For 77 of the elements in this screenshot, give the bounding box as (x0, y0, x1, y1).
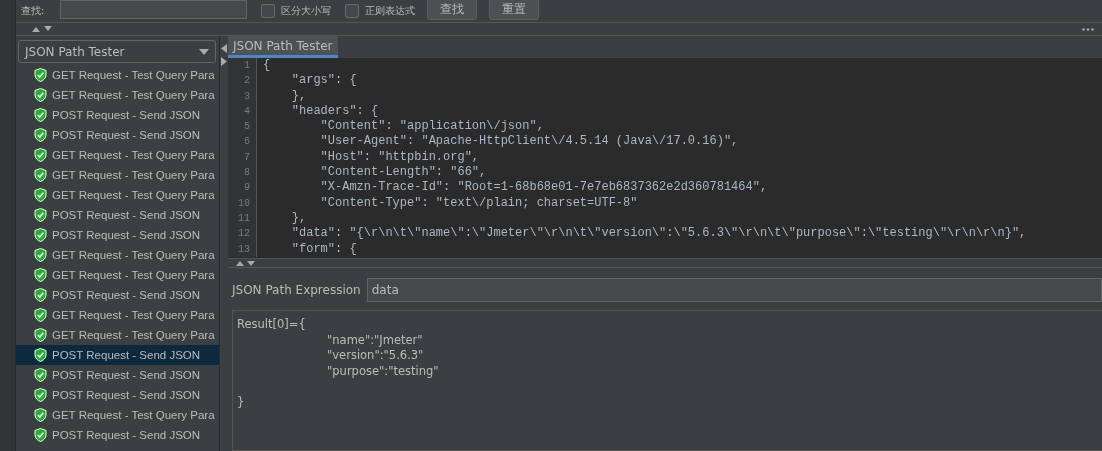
shield-check-icon (34, 188, 47, 202)
code-line: }, (290, 88, 307, 104)
code-line: "Host": "httpbin.org", (319, 149, 480, 166)
shield-check-icon (34, 388, 47, 402)
sample-result-item[interactable]: GET Request - Test Query Para (16, 85, 219, 105)
shield-check-icon (34, 308, 47, 322)
shield-check-icon (34, 128, 47, 142)
shield-check-icon (34, 168, 47, 182)
sample-result-item[interactable]: POST Request - Send JSON (16, 225, 219, 245)
line-number: 8 (228, 165, 257, 181)
left-arrow-icon[interactable] (221, 44, 227, 53)
right-arrow-icon[interactable] (221, 57, 227, 66)
tab[interactable]: JSON Path Tester (228, 36, 338, 58)
code-line: "X-Amzn-Trace-Id": "Root=1-68b68e01-7e7eb6837362e2d360781464", (319, 180, 768, 196)
shield-check-icon (34, 368, 47, 382)
sample-result-item[interactable]: POST Request - Send JSON (16, 385, 219, 405)
sample-result-item[interactable]: GET Request - Test Query Para (16, 325, 219, 345)
sample-result-item[interactable]: POST Request - Send JSON (16, 345, 219, 365)
sample-result-item[interactable]: GET Request - Test Query Para (16, 145, 219, 165)
code-line: "User-Agent": "Apache-HttpClient\/4.5.14 (Java\/17.0.16)", (319, 134, 739, 150)
sample-result-item[interactable]: POST Request - Send JSON (16, 125, 219, 145)
shield-check-icon (34, 328, 47, 342)
code-line: "Content-Length": "66", (319, 165, 487, 181)
more-icon[interactable] (1082, 27, 1094, 31)
checkbox-label: 区分大小写 (281, 4, 332, 18)
expression-label: JSON Path Expression (232, 283, 361, 297)
sample-result-item[interactable]: POST Request - Send JSON (16, 205, 219, 225)
renderer-dropdown[interactable]: JSON Path Tester (18, 40, 216, 63)
code-line: { (262, 58, 271, 74)
line-number: 6 (228, 134, 257, 150)
sample-result-item[interactable]: GET Request - Test Query Para (16, 305, 219, 325)
search-label: 查找: (21, 4, 45, 18)
sample-result-item[interactable]: POST Request - Send JSON (16, 105, 219, 125)
sample-result-item[interactable]: POST Request - Send JSON (16, 425, 219, 445)
code-line: "form": { (290, 241, 357, 257)
sample-result-item[interactable]: GET Request - Test Query Para (16, 165, 219, 185)
shield-check-icon (34, 88, 47, 102)
sample-result-item[interactable]: POST Request - Send JSON (16, 365, 219, 385)
checkbox[interactable] (261, 4, 276, 18)
shield-check-icon (34, 208, 47, 222)
code-line: "headers": { (290, 103, 379, 120)
code-line: }, (290, 210, 307, 227)
sample-result-item[interactable]: GET Request - Test Query Para (16, 65, 219, 85)
sample-result-item[interactable]: GET Request - Test Query Para (16, 265, 219, 285)
find-button[interactable]: 查找 (427, 0, 478, 20)
sample-result-item[interactable]: GET Request - Test Query Para (16, 245, 219, 265)
shield-check-icon (34, 268, 47, 282)
shield-check-icon (34, 288, 47, 302)
shield-check-icon (34, 248, 47, 262)
line-number: 5 (228, 119, 257, 135)
shield-check-icon (34, 408, 47, 422)
code-line: "args": { (290, 73, 357, 89)
code-line: "Content-Type": "text\/plain; charset=UTF-8" (319, 195, 638, 211)
checkbox[interactable] (345, 4, 360, 18)
reset-button[interactable]: 重置 (489, 0, 540, 20)
collapse-arrows-icon[interactable] (32, 26, 54, 32)
shield-check-icon (34, 68, 47, 82)
shield-check-icon (34, 228, 47, 242)
shield-check-icon (34, 148, 47, 162)
collapse-arrows-icon[interactable] (236, 260, 256, 266)
line-number: 12 (228, 226, 257, 242)
code-line: "data": "{\r\n\t\"name\":\"Jmeter\"\r\n\t\"version\":\"5.6.3\"\r\n\t\"purpose\":\"testing\"\r\n\r\n}", (290, 226, 1027, 242)
shield-check-icon (34, 108, 47, 122)
shield-check-icon (34, 428, 47, 442)
sample-result-item[interactable]: GET Request - Test Query Para (16, 185, 219, 205)
caret-icon (199, 48, 209, 55)
checkbox-label: 正则表达式 (365, 4, 416, 18)
sample-result-item[interactable]: POST Request - Send JSON (16, 285, 219, 305)
search-field[interactable] (60, 0, 248, 19)
result-text: Result[0]={ "name":"Jmeter" "version":"5.6.3" "purpose":"testing" } (237, 317, 439, 410)
code-line: "Content": "application\/json", (319, 119, 544, 135)
line-number: 1 (228, 58, 257, 74)
expression-field[interactable]: data (366, 278, 1102, 302)
shield-check-icon (34, 348, 47, 362)
sample-result-item[interactable]: GET Request - Test Query Para (16, 405, 219, 425)
line-number: 2 (228, 73, 257, 89)
line-number: 9 (228, 180, 257, 196)
